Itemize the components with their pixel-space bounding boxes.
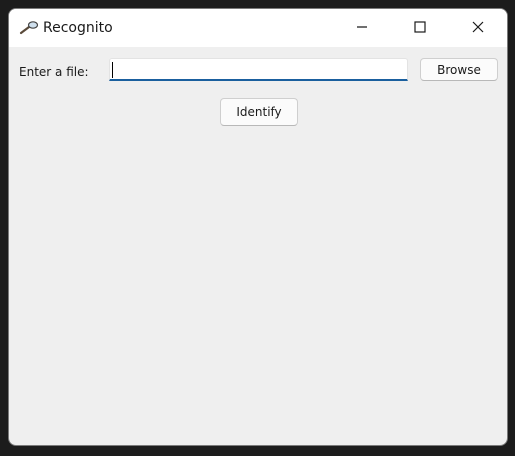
maximize-button[interactable]: [397, 9, 443, 45]
file-label: Enter a file:: [19, 65, 89, 79]
identify-button[interactable]: Identify: [220, 98, 298, 126]
window-title: Recognito: [43, 20, 113, 36]
close-icon: [472, 21, 484, 33]
browse-button[interactable]: Browse: [420, 58, 498, 81]
app-window: Recognito Enter a file: Browse Identify: [8, 8, 508, 446]
title-bar[interactable]: Recognito: [9, 9, 507, 47]
minimize-button[interactable]: [339, 9, 385, 45]
text-caret: [112, 62, 113, 78]
file-path-input[interactable]: [109, 58, 408, 81]
maximize-icon: [414, 21, 426, 33]
magnifier-icon: [19, 21, 39, 35]
minimize-icon: [357, 26, 367, 28]
close-button[interactable]: [455, 9, 501, 45]
